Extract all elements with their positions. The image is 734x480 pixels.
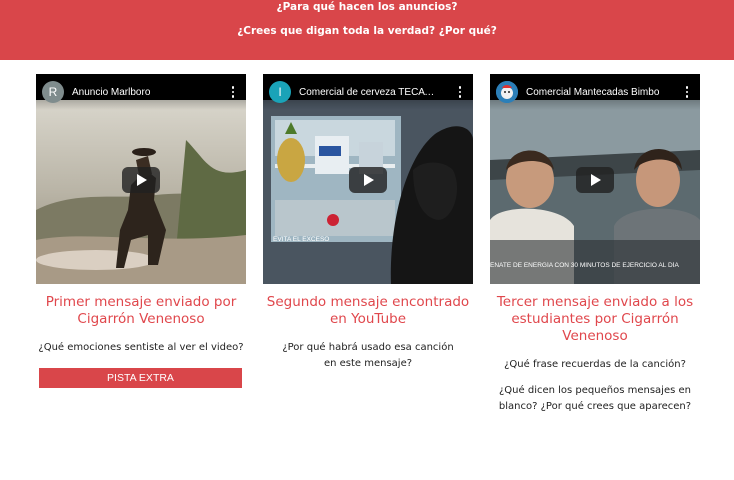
channel-avatar-3[interactable] bbox=[496, 81, 518, 103]
play-button-icon[interactable] bbox=[122, 167, 160, 193]
video-card-1: R Anuncio Marlboro Primer mensaje enviad… bbox=[36, 74, 246, 388]
header-banner: ¿Para qué hacen los anuncios? ¿Crees que… bbox=[0, 0, 734, 60]
card-title-2: Segundo mensaje encontrado en YouTube bbox=[266, 294, 470, 327]
video-title-2[interactable]: Comercial de cerveza TECATE. bbox=[299, 87, 439, 98]
card-question-2: ¿Por qué habrá usado esa canción en este… bbox=[282, 342, 454, 369]
video-caption-2: EVITA EL EXCESO bbox=[273, 236, 330, 243]
more-options-icon[interactable] bbox=[680, 85, 694, 99]
video-caption-3: ÉNATE DE ENERGÍA CON 30 MINUTOS DE EJERC… bbox=[490, 262, 679, 269]
play-button-icon[interactable] bbox=[349, 167, 387, 193]
card-title-3: Tercer mensaje enviado a los estudiantes… bbox=[496, 294, 694, 344]
card-question-3a: ¿Qué frase recuerdas de la canción? bbox=[504, 359, 686, 370]
banner-question-2: ¿Crees que digan toda la verdad? ¿Por qu… bbox=[237, 25, 497, 37]
video-embed-1[interactable]: R Anuncio Marlboro bbox=[36, 74, 246, 284]
channel-avatar-2[interactable]: I bbox=[269, 81, 291, 103]
channel-avatar-1[interactable]: R bbox=[42, 81, 64, 103]
video-title-3[interactable]: Comercial Mantecadas Bimbo bbox=[526, 87, 666, 98]
card-title-1: Primer mensaje enviado por Cigarrón Vene… bbox=[45, 294, 237, 327]
banner-question-1: ¿Para qué hacen los anuncios? bbox=[276, 1, 458, 13]
video-titlebar-2: I Comercial de cerveza TECATE. bbox=[263, 74, 473, 110]
extra-hint-button[interactable]: PISTA EXTRA bbox=[39, 368, 242, 388]
video-titlebar-1: R Anuncio Marlboro bbox=[36, 74, 246, 110]
video-card-2: EVITA EL EXCESO I Comercial de cerveza T… bbox=[263, 74, 473, 372]
video-title-1[interactable]: Anuncio Marlboro bbox=[72, 87, 212, 98]
video-titlebar-3: Comercial Mantecadas Bimbo bbox=[490, 74, 700, 110]
card-question-3b: ¿Qué dicen los pequeños mensajes en blan… bbox=[498, 385, 692, 412]
more-options-icon[interactable] bbox=[226, 85, 240, 99]
bimbo-logo-icon bbox=[496, 81, 518, 103]
play-button-icon[interactable] bbox=[576, 167, 614, 193]
video-embed-2[interactable]: EVITA EL EXCESO I Comercial de cerveza T… bbox=[263, 74, 473, 284]
video-card-3: ÉNATE DE ENERGÍA CON 30 MINUTOS DE EJERC… bbox=[490, 74, 700, 415]
video-embed-3[interactable]: ÉNATE DE ENERGÍA CON 30 MINUTOS DE EJERC… bbox=[490, 74, 700, 284]
card-question-1: ¿Qué emociones sentiste al ver el video? bbox=[38, 342, 244, 353]
more-options-icon[interactable] bbox=[453, 85, 467, 99]
